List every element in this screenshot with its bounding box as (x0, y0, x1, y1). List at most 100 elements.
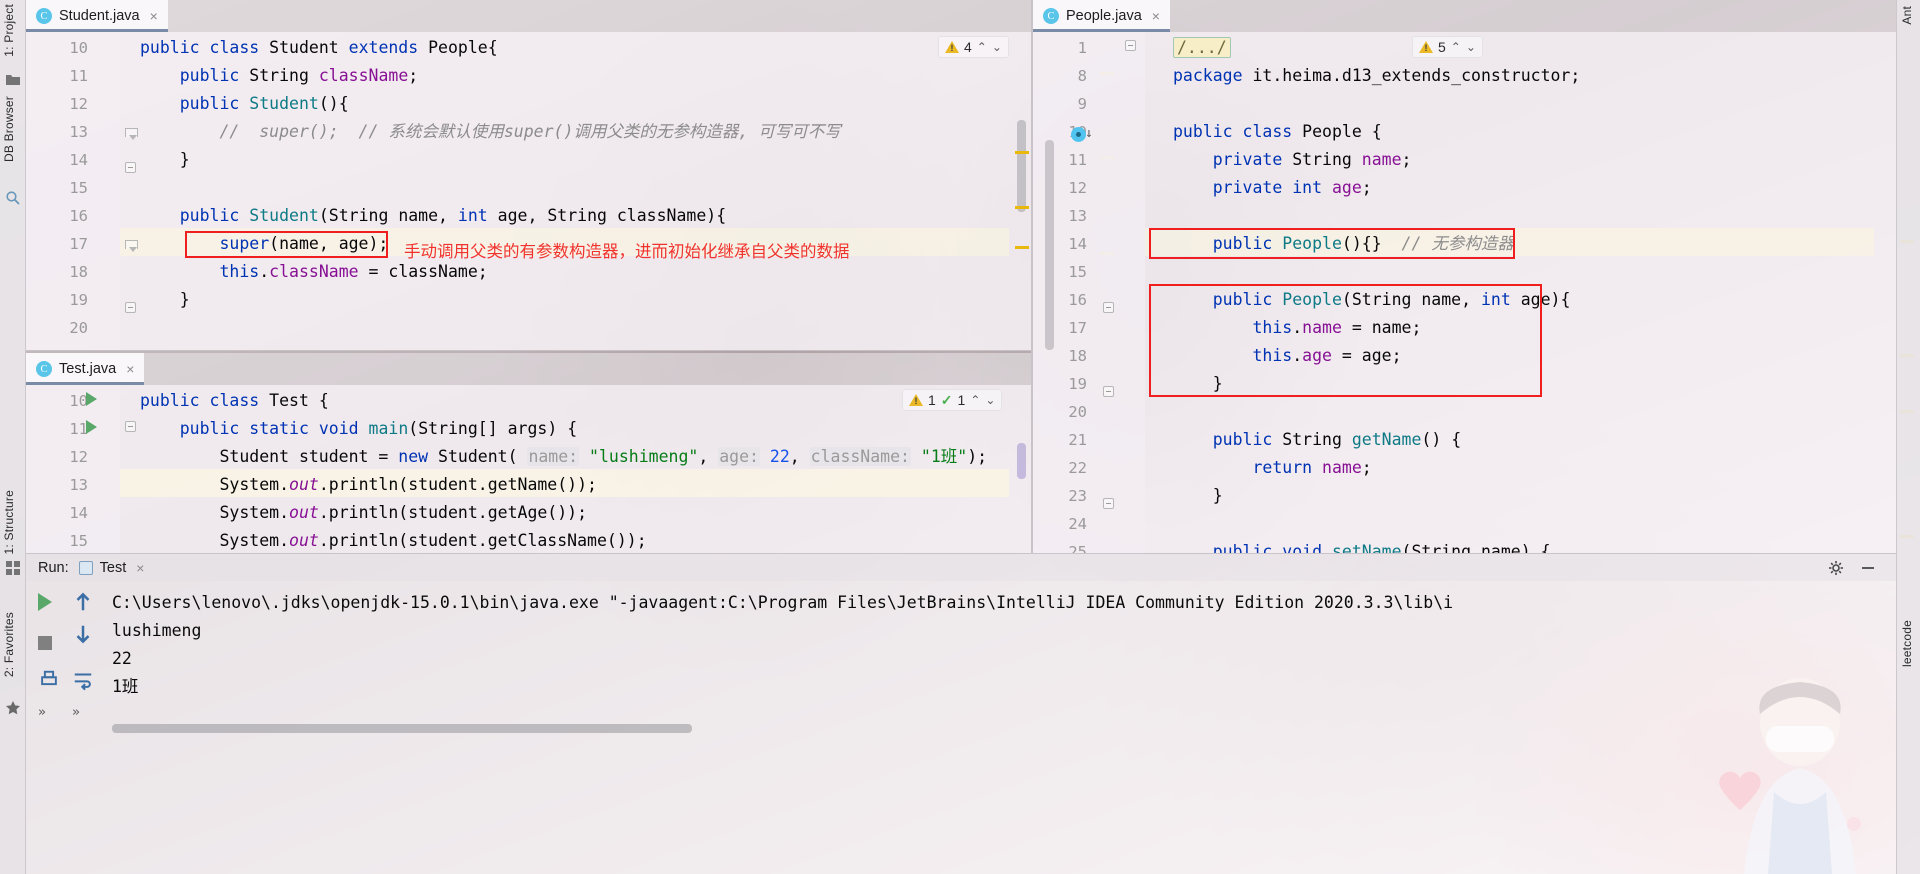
code-line[interactable]: this.className = className; (140, 258, 487, 286)
chevron-down-icon[interactable]: ⌄ (992, 40, 1002, 54)
fold-marker[interactable] (125, 302, 136, 313)
more-tools-icon[interactable]: » (72, 705, 80, 720)
fold-marker[interactable] (125, 421, 136, 432)
code-line[interactable]: private String name; (1173, 146, 1412, 174)
editor-scrollbar-thumb[interactable] (1017, 443, 1026, 479)
close-icon[interactable]: × (136, 560, 144, 576)
fold-marker[interactable] (1103, 498, 1114, 509)
tab-people-java[interactable]: C People.java × (1033, 0, 1170, 32)
chevron-down-icon[interactable]: ⌄ (985, 393, 995, 407)
code-line[interactable]: } (140, 146, 190, 174)
fold-marker[interactable] (1103, 386, 1114, 397)
code-line[interactable]: } (1173, 482, 1223, 510)
sidebar-item-project[interactable]: 1: Project (2, 4, 16, 57)
code-line[interactable]: public String getName() { (1173, 426, 1461, 454)
close-icon[interactable]: × (150, 8, 158, 24)
error-stripe-mark[interactable] (1015, 151, 1029, 154)
run-console[interactable]: » » C:\Users\lenovo\.jdks\openjdk-15.0.1… (26, 581, 1896, 874)
code-line[interactable]: // super(); // 系统会默认使用super()调用父类的无参构造器,… (140, 118, 840, 146)
fold-marker[interactable] (125, 240, 138, 253)
code-area-student[interactable]: public class Student extends People{ pub… (120, 32, 1009, 350)
rerun-button[interactable] (38, 593, 60, 615)
code-line[interactable]: public class People { (1173, 118, 1382, 146)
fold-marker[interactable] (125, 162, 136, 173)
code-line[interactable]: public void setName(String name) { (1173, 538, 1551, 553)
code-line[interactable]: Student student = new Student( name: "lu… (140, 443, 987, 471)
more-options-icon[interactable]: » (38, 705, 46, 720)
sidebar-item-favorites[interactable]: 2: Favorites (2, 612, 16, 677)
run-tool-window[interactable]: Run: Test × » » C:\Users\lenovo\.jdks\op… (26, 553, 1896, 874)
code-line[interactable]: public class Test { (140, 387, 329, 415)
code-line[interactable]: public Student(){ (140, 90, 349, 118)
grid-icon[interactable] (5, 560, 21, 576)
code-line[interactable]: System.out.println(student.getName()); (140, 471, 597, 499)
code-line[interactable]: public class Student extends People{ (140, 34, 498, 62)
stop-button[interactable] (38, 636, 60, 658)
chevron-up-icon[interactable]: ⌃ (1451, 40, 1461, 54)
code-line[interactable]: package it.heima.d13_extends_constructor… (1173, 62, 1580, 90)
chevron-down-icon[interactable]: ⌄ (1466, 40, 1476, 54)
chevron-up-icon[interactable]: ⌃ (970, 393, 980, 407)
scroll-down-button[interactable] (72, 623, 94, 645)
editor-scrollbar-thumb[interactable] (1017, 120, 1026, 212)
run-panel-header[interactable]: Run: Test × (26, 553, 1896, 581)
search-icon[interactable] (5, 190, 21, 206)
code-line[interactable]: } (140, 286, 190, 314)
star-icon[interactable] (5, 700, 21, 716)
editor-test-java[interactable]: public class Test { public static void m… (26, 385, 1031, 553)
gear-icon[interactable] (1828, 560, 1844, 576)
inspection-widget-test[interactable]: 1 ✓ 1 ⌃ ⌄ (902, 389, 1003, 411)
code-line[interactable]: public People(String name, int age){ (1173, 286, 1571, 314)
error-stripe-mark[interactable] (1015, 246, 1029, 249)
close-icon[interactable]: × (1152, 8, 1160, 24)
soft-wrap-icon[interactable] (72, 669, 94, 691)
fold-marker[interactable] (1103, 302, 1114, 313)
code-line[interactable]: public static void main(String[] args) { (140, 415, 577, 443)
folder-icon[interactable] (5, 72, 21, 88)
run-method-gutter-icon[interactable] (86, 420, 97, 434)
editor-tabbar-right[interactable]: C People.java × (1033, 0, 1896, 32)
code-line[interactable]: } (1173, 370, 1223, 398)
code-line[interactable]: public String className; (140, 62, 418, 90)
tab-test-java[interactable]: C Test.java × (26, 353, 145, 385)
run-console-toolbar[interactable]: » » (26, 581, 98, 874)
editor-tabbar-left[interactable]: C Student.java × (26, 0, 1031, 32)
tab-student-java[interactable]: C Student.java × (26, 0, 168, 32)
fold-marker-expand[interactable] (1125, 40, 1136, 51)
editor-tabbar-test[interactable]: C Test.java × (26, 353, 1031, 385)
console-horizontal-scrollbar[interactable] (112, 724, 692, 733)
left-tool-window-strip[interactable]: 1: Project DB Browser 1: Structure 2: Fa… (0, 0, 26, 874)
code-line[interactable]: this.name = name; (1173, 314, 1421, 342)
inspection-widget-student[interactable]: 4 ⌃ ⌄ (938, 36, 1009, 58)
code-line[interactable]: this.age = age; (1173, 342, 1401, 370)
editor-people-java[interactable]: /.../ package it.heima.d13_extends_constr… (1033, 32, 1896, 553)
code-area-people[interactable]: /.../ package it.heima.d13_extends_constr… (1145, 32, 1874, 553)
editor-scrollbar-thumb[interactable] (1045, 140, 1054, 350)
editor-student-java[interactable]: public class Student extends People{ pub… (26, 32, 1031, 350)
sidebar-item-structure[interactable]: 1: Structure (2, 490, 16, 554)
overridden-method-marker[interactable] (1071, 127, 1086, 142)
run-configuration-tab[interactable]: Test × (78, 560, 144, 576)
scroll-up-button[interactable] (72, 591, 94, 613)
minimize-icon[interactable] (1860, 560, 1876, 576)
sidebar-item-leetcode[interactable]: leetcode (1900, 620, 1914, 667)
close-icon[interactable]: × (126, 361, 134, 377)
fold-marker[interactable] (125, 128, 138, 141)
code-line[interactable]: public People(){} // 无参构造器 (1173, 230, 1514, 258)
chevron-up-icon[interactable]: ⌃ (977, 40, 987, 54)
code-line[interactable]: System.out.println(student.getClassName(… (140, 527, 646, 553)
code-line[interactable]: return name; (1173, 454, 1371, 482)
print-icon[interactable] (38, 669, 60, 691)
code-line[interactable]: private int age; (1173, 174, 1372, 202)
code-area-test[interactable]: public class Test { public static void m… (120, 385, 1009, 553)
inspection-widget-people[interactable]: 5 ⌃ ⌄ (1412, 36, 1483, 58)
sidebar-item-ant[interactable]: Ant (1900, 6, 1914, 25)
right-tool-window-strip[interactable]: Ant leetcode (1896, 0, 1920, 874)
run-class-gutter-icon[interactable] (86, 392, 97, 406)
code-line[interactable]: /.../ (1173, 34, 1231, 62)
error-stripe-mark[interactable] (1015, 206, 1029, 209)
code-line[interactable]: public Student(String name, int age, Str… (140, 202, 726, 230)
code-line[interactable]: super(name, age); (140, 230, 388, 258)
sidebar-item-db-browser[interactable]: DB Browser (2, 96, 16, 162)
code-line[interactable]: System.out.println(student.getAge()); (140, 499, 587, 527)
